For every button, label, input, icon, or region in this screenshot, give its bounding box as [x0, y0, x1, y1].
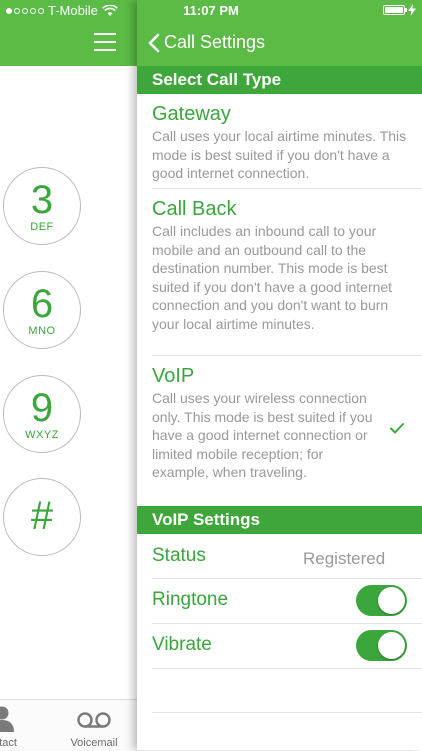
- ringtone-label: Ringtone: [152, 589, 229, 610]
- dial-key-letters: WXYZ: [25, 429, 59, 441]
- back-button[interactable]: Call Settings: [148, 32, 265, 53]
- option-title: Call Back: [152, 198, 237, 220]
- charging-bolt-icon: [408, 4, 416, 16]
- divider: [152, 355, 422, 356]
- dial-key-digit: 3: [30, 178, 54, 222]
- tab-contact[interactable]: ontact: [0, 704, 36, 749]
- vibrate-label: Vibrate: [152, 634, 212, 655]
- dial-key-digit: 6: [30, 282, 54, 326]
- call-type-option-voip[interactable]: VoIP Call uses your wireless connection …: [152, 365, 374, 482]
- person-icon: [0, 706, 14, 732]
- dial-key-digit: #: [30, 494, 54, 538]
- ringtone-toggle[interactable]: [356, 585, 407, 616]
- dial-key-letters: DEF: [30, 221, 54, 233]
- tab-bar: ontact Voicemail: [0, 699, 137, 751]
- checkmark-icon: [390, 423, 404, 434]
- divider: [152, 668, 422, 669]
- status-row: Status Registered: [152, 535, 422, 579]
- option-description: Call includes an inbound call to your mo…: [152, 223, 393, 332]
- option-title: Gateway: [152, 103, 231, 125]
- dial-key-digit: 9: [30, 386, 54, 430]
- call-type-option-callback[interactable]: Call Back Call includes an inbound call …: [152, 198, 408, 333]
- divider: [152, 712, 422, 713]
- call-settings-panel: Call Settings Select Call Type Gateway C…: [137, 0, 422, 750]
- dial-key-6[interactable]: 6 MNO: [3, 271, 81, 349]
- dial-key-letters: MNO: [28, 325, 56, 337]
- option-description: Call uses your wireless connection only.…: [152, 390, 373, 480]
- dialer-panel: 3 DEF 6 MNO 9 WXYZ # ontact Voicemail: [0, 0, 137, 751]
- tab-voicemail[interactable]: Voicemail: [60, 704, 128, 749]
- divider: [152, 188, 422, 189]
- back-button-label: Call Settings: [164, 32, 266, 52]
- menu-icon[interactable]: [94, 33, 116, 51]
- section-header-voip-settings: VoIP Settings: [137, 506, 422, 534]
- chevron-left-icon: [148, 33, 160, 52]
- option-description: Call uses your local airtime minutes. Th…: [152, 128, 407, 181]
- section-header-call-type: Select Call Type: [137, 66, 422, 94]
- status-bar: T-Mobile 11:07 PM: [0, 0, 422, 22]
- battery-area: [383, 4, 416, 16]
- dial-key-9[interactable]: 9 WXYZ: [3, 375, 81, 453]
- call-type-option-gateway[interactable]: Gateway Call uses your local airtime min…: [152, 103, 408, 183]
- option-title: VoIP: [152, 365, 195, 387]
- clock: 11:07 PM: [183, 3, 239, 18]
- vibrate-toggle[interactable]: [356, 630, 407, 661]
- vibrate-row: Vibrate: [152, 624, 422, 668]
- dial-key-hash[interactable]: #: [3, 478, 81, 556]
- voicemail-icon: [77, 712, 111, 728]
- status-value: Registered: [303, 549, 386, 568]
- ringtone-row: Ringtone: [152, 579, 422, 623]
- status-label: Status: [152, 545, 206, 566]
- battery-icon: [383, 5, 407, 15]
- tab-contact-label: ontact: [0, 737, 17, 749]
- dial-key-3[interactable]: 3 DEF: [3, 167, 81, 245]
- tab-voicemail-label: Voicemail: [70, 737, 118, 749]
